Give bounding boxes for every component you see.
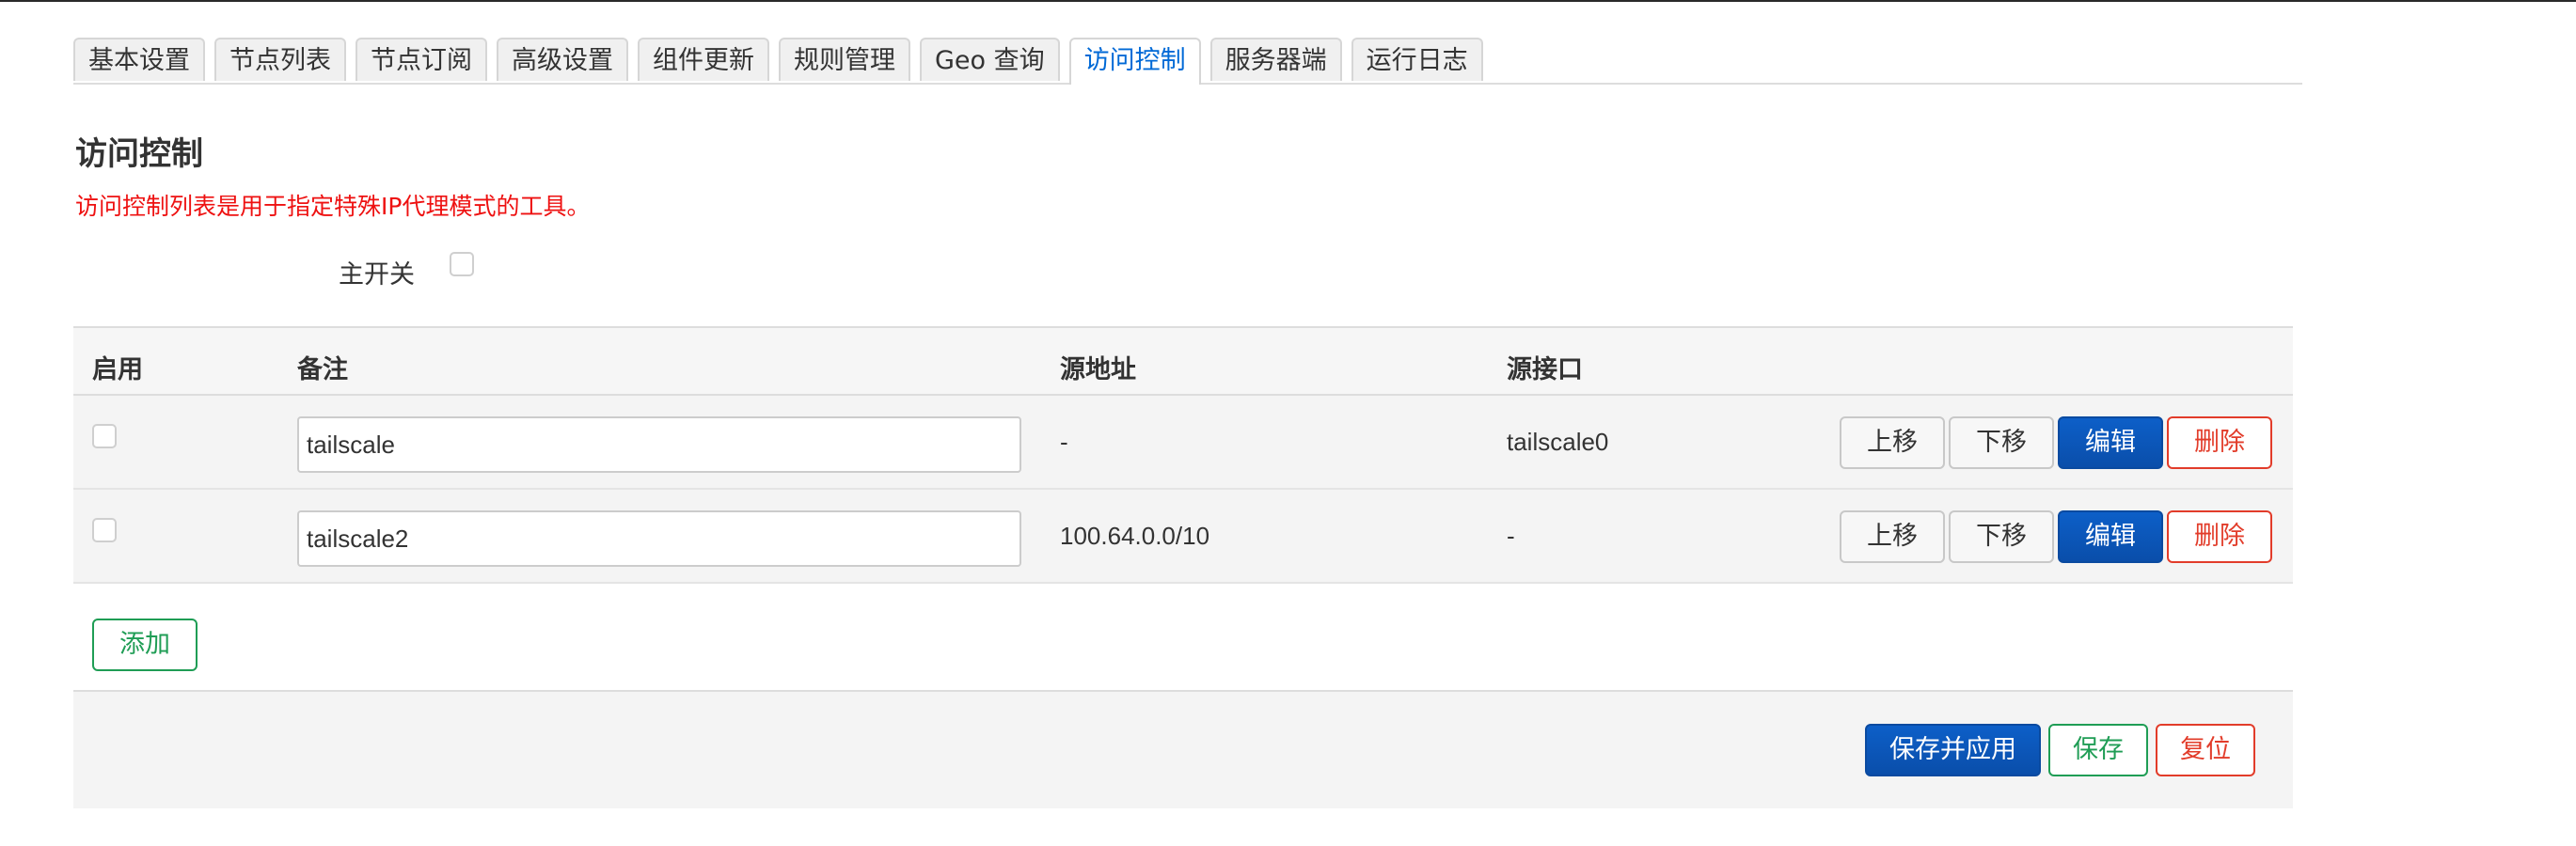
header-source-address: 源地址 [1060,355,1136,384]
move-up-button[interactable]: 上移 [1840,416,1945,469]
top-border [0,0,2576,2]
delete-button[interactable]: 删除 [2167,510,2272,563]
header-source-interface: 源接口 [1507,355,1583,384]
row-enable-checkbox[interactable] [92,518,117,542]
main-switch-label: 主开关 [339,260,415,290]
move-up-button[interactable]: 上移 [1840,510,1945,563]
tab-run-log[interactable]: 运行日志 [1351,38,1483,81]
tab-access-control[interactable]: 访问控制 [1068,38,1201,85]
source-address-cell: 100.64.0.0/10 [1060,522,1210,550]
move-down-button[interactable]: 下移 [1949,510,2054,563]
footer-actions: 保存并应用 保存 复位 [1865,724,2255,776]
add-button[interactable]: 添加 [92,619,198,671]
tab-node-subscribe[interactable]: 节点订阅 [356,38,487,81]
footer-bar: 保存并应用 保存 复位 [73,690,2293,808]
reset-button[interactable]: 复位 [2156,724,2255,776]
acl-table: 启用 备注 源地址 源接口 - tailscale0 上移 下移 编辑 删除 1… [73,326,2293,584]
edit-button[interactable]: 编辑 [2058,416,2163,469]
tab-rule-management[interactable]: 规则管理 [779,38,910,81]
edit-button[interactable]: 编辑 [2058,510,2163,563]
section-title: 访问控制 [75,135,203,173]
table-row: 100.64.0.0/10 - 上移 下移 编辑 删除 [73,490,2293,584]
move-down-button[interactable]: 下移 [1949,416,2054,469]
tab-basic-settings[interactable]: 基本设置 [73,38,205,81]
row-actions: 上移 下移 编辑 删除 [1840,510,2272,563]
tab-advanced-settings[interactable]: 高级设置 [497,38,628,81]
table-row: - tailscale0 上移 下移 编辑 删除 [73,396,2293,490]
tab-component-update[interactable]: 组件更新 [638,38,769,81]
table-header: 启用 备注 源地址 源接口 [73,326,2293,396]
header-enable: 启用 [92,355,143,384]
tab-node-list[interactable]: 节点列表 [214,38,346,81]
tab-geo-query[interactable]: Geo 查询 [920,38,1060,81]
save-button[interactable]: 保存 [2048,724,2148,776]
tab-server-side[interactable]: 服务器端 [1209,38,1342,81]
delete-button[interactable]: 删除 [2167,416,2272,469]
source-address-cell: - [1060,428,1068,456]
header-remark: 备注 [297,355,348,384]
row-enable-checkbox[interactable] [92,424,117,448]
remark-input[interactable] [297,510,1021,567]
row-actions: 上移 下移 编辑 删除 [1840,416,2272,469]
save-apply-button[interactable]: 保存并应用 [1865,724,2041,776]
main-switch-row: 主开关 [73,246,638,293]
source-interface-cell: tailscale0 [1507,428,1609,456]
section-description: 访问控制列表是用于指定特殊IP代理模式的工具。 [75,193,591,220]
main-switch-checkbox[interactable] [450,252,474,276]
remark-input[interactable] [297,416,1021,473]
tab-bar: 基本设置 节点列表 节点订阅 高级设置 组件更新 规则管理 Geo 查询 访问控… [73,38,2302,85]
source-interface-cell: - [1507,522,1515,550]
